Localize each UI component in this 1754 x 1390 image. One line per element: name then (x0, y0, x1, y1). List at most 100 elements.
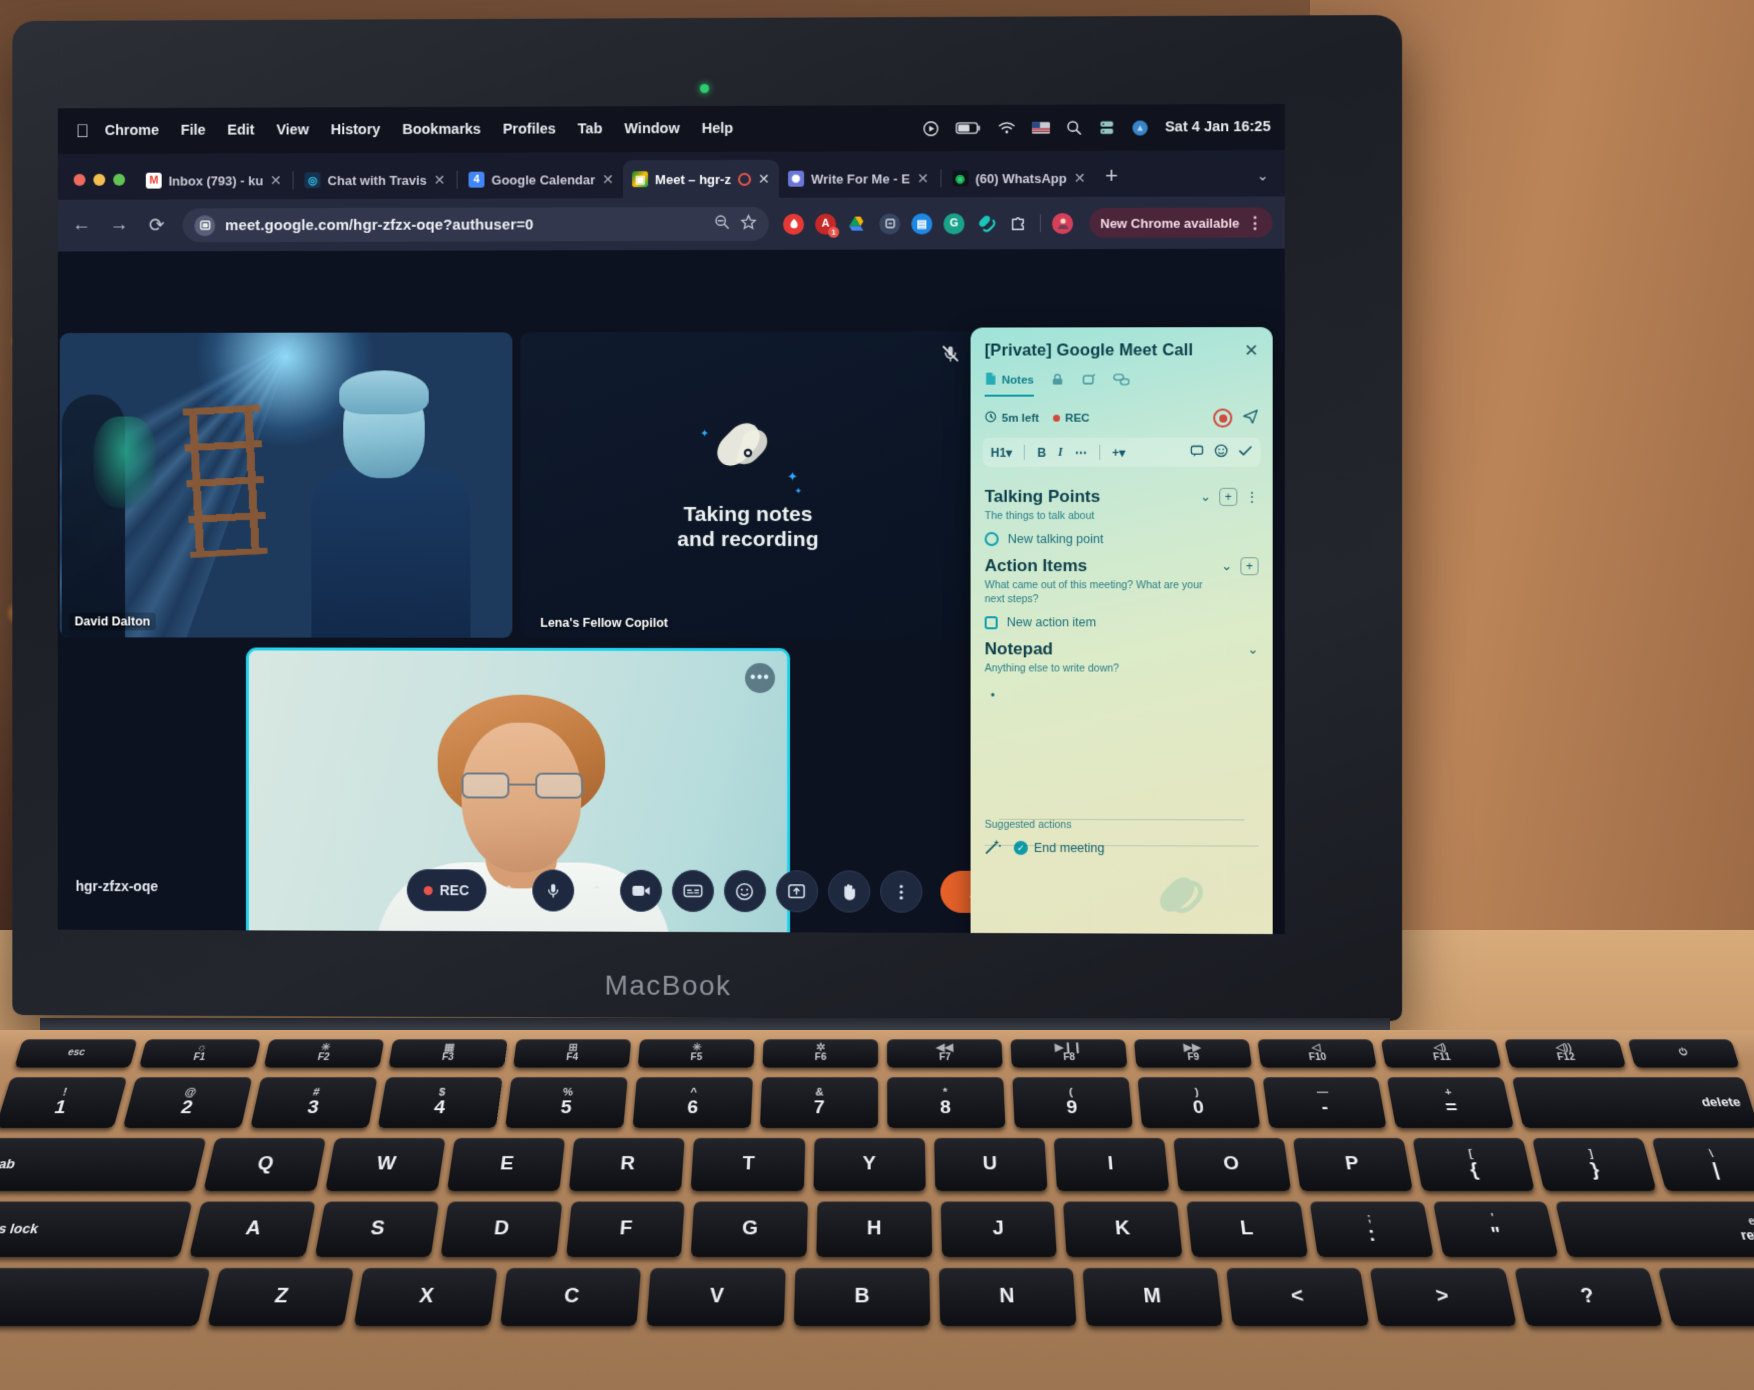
close-tab-icon[interactable]: ✕ (1074, 169, 1086, 186)
key-f4[interactable]: ⊞ F4 (513, 1039, 632, 1068)
add-action-item-button[interactable]: + (1240, 557, 1259, 576)
key-g[interactable]: G (690, 1201, 808, 1258)
key-|[interactable]: \ | (1651, 1137, 1754, 1192)
keyboard-flag-icon[interactable] (1032, 121, 1051, 134)
new-chrome-available-button[interactable]: New Chrome available ⋮ (1089, 207, 1273, 239)
key-{[interactable]: [{ (1412, 1137, 1535, 1192)
key-f10[interactable]: ◁ F10 (1257, 1039, 1378, 1068)
key-c[interactable]: C (500, 1267, 642, 1327)
menubar-item-chrome[interactable]: Chrome (105, 123, 159, 139)
key-f12[interactable]: ◁)) F12 (1504, 1039, 1627, 1068)
key-delete[interactable]: delete (1512, 1077, 1754, 1128)
tab-privacy[interactable] (1050, 373, 1065, 396)
key-:[interactable]: ;: (1309, 1201, 1434, 1258)
key-f11[interactable]: ◁) F11 (1381, 1039, 1502, 1068)
recording-button[interactable]: REC (406, 869, 487, 912)
key-d[interactable]: D (440, 1201, 562, 1258)
reload-button[interactable]: ⟳ (145, 214, 169, 237)
key-u[interactable]: U (933, 1137, 1048, 1192)
close-tab-icon[interactable]: ✕ (434, 171, 446, 188)
key-k[interactable]: K (1063, 1201, 1183, 1258)
screen-sharing-icon[interactable] (1098, 120, 1115, 136)
key-f3[interactable]: ▦ F3 (388, 1039, 508, 1068)
abc-grammar-extension-icon[interactable]: A1 (815, 213, 840, 238)
bold-button[interactable]: B (1037, 445, 1046, 459)
menubar-item-window[interactable]: Window (624, 121, 679, 137)
menubar-item-help[interactable]: Help (702, 121, 733, 137)
menubar-item-file[interactable]: File (181, 123, 206, 139)
control-center-play-icon[interactable] (923, 120, 940, 137)
tile-more-options-button[interactable]: ••• (745, 663, 776, 694)
notepad-bullet-item[interactable]: • (991, 688, 1259, 702)
key-t[interactable]: T (691, 1137, 805, 1192)
key-f7[interactable]: ◀◀ F7 (887, 1039, 1003, 1068)
key-<[interactable]: < (1226, 1267, 1370, 1327)
new-action-item[interactable]: New action item (984, 616, 1259, 630)
key-i[interactable]: I (1053, 1137, 1170, 1192)
address-bar[interactable]: meet.google.com/hgr-zfzx-oqe?authuser=0 (182, 206, 770, 243)
microphone-button[interactable] (531, 869, 574, 912)
apple-icon[interactable]:  (76, 121, 89, 142)
menubar-item-bookmarks[interactable]: Bookmarks (402, 122, 481, 138)
key-esc[interactable]: esc (14, 1039, 138, 1068)
key--[interactable]: — - (1262, 1077, 1388, 1128)
close-tab-icon[interactable]: ✕ (917, 170, 929, 187)
key-n[interactable]: N (938, 1267, 1077, 1327)
clip-extension-icon[interactable] (879, 212, 901, 235)
key-5[interactable]: % 5 (504, 1077, 628, 1128)
menubar-item-view[interactable]: View (276, 122, 309, 138)
close-icon[interactable]: ✕ (1244, 341, 1258, 361)
more-formatting-button[interactable]: ⋯ (1075, 445, 1087, 459)
tab-recording-indicator-icon[interactable] (737, 172, 751, 186)
camera-options-caret[interactable]: ⌃ (584, 870, 610, 912)
key-9[interactable]: (9 (1011, 1077, 1133, 1128)
collapse-section-icon[interactable]: ⌄ (1221, 559, 1232, 575)
zoom-out-icon[interactable] (714, 214, 730, 234)
battery-icon[interactable] (956, 121, 982, 135)
radio-circle-icon[interactable] (984, 532, 999, 547)
forward-button[interactable]: → (107, 215, 131, 237)
profile-avatar-icon[interactable] (1051, 212, 1074, 234)
browser-tab-whatsapp[interactable]: ◉ (60) WhatsApp ✕ (943, 159, 1095, 198)
close-window-button[interactable] (73, 173, 86, 186)
italic-button[interactable]: I (1058, 445, 1063, 460)
key->[interactable]: > (1370, 1267, 1517, 1327)
key-o[interactable]: O (1173, 1137, 1291, 1192)
menubar-item-tab[interactable]: Tab (578, 121, 603, 137)
key-1[interactable]: ! 1 (0, 1077, 128, 1128)
key-f5[interactable]: ✳ F5 (637, 1039, 755, 1068)
key-caps-lock[interactable]: caps lock (0, 1201, 193, 1258)
captions-button[interactable] (671, 869, 714, 913)
checkbox-icon[interactable] (984, 616, 998, 630)
video-tile-david-dalton[interactable]: David Dalton (59, 332, 513, 638)
magic-wand-icon[interactable] (985, 838, 1002, 858)
video-tile-fellow-copilot[interactable]: ✦ ✦ ✦ Taking notes and recording Lena's … (520, 331, 977, 639)
key-f[interactable]: F (565, 1201, 685, 1258)
key-return[interactable]: enter return (1555, 1201, 1754, 1258)
emoji-reactions-button[interactable] (723, 870, 766, 913)
key-0[interactable]: ) 0 (1137, 1077, 1260, 1128)
wifi-icon[interactable] (998, 121, 1016, 135)
key-6[interactable]: ^ 6 (632, 1077, 753, 1128)
add-talking-point-button[interactable]: + (1219, 487, 1238, 506)
key-?[interactable]: ? (1513, 1267, 1663, 1327)
emoji-icon[interactable] (1214, 444, 1228, 461)
browser-tab-calendar[interactable]: 4 Google Calendar ✕ (460, 160, 624, 198)
close-tab-icon[interactable]: ✕ (270, 172, 282, 189)
key-b[interactable]: B (793, 1267, 931, 1327)
key-f9[interactable]: ▶▶ F9 (1134, 1039, 1253, 1068)
grammarly-extension-icon[interactable]: G (943, 212, 965, 234)
minimize-window-button[interactable] (93, 173, 106, 186)
key-f2[interactable]: ☀ F2 (263, 1039, 385, 1068)
key-4[interactable]: $4 (377, 1077, 503, 1128)
check-icon[interactable] (1238, 445, 1252, 460)
new-talking-point-item[interactable]: New talking point (984, 532, 1259, 547)
key-a[interactable]: A (189, 1201, 316, 1258)
new-tab-button[interactable]: + (1095, 163, 1130, 197)
key-8[interactable]: * 8 (886, 1077, 1006, 1128)
menubar-item-history[interactable]: History (331, 122, 381, 138)
raise-hand-button[interactable] (827, 870, 870, 913)
key-f8[interactable]: ▶❙❙ F8 (1010, 1039, 1128, 1068)
browser-tab-meet[interactable]: ▣ Meet – hgr-z ✕ (623, 159, 779, 199)
spotlight-search-icon[interactable] (1066, 120, 1082, 136)
